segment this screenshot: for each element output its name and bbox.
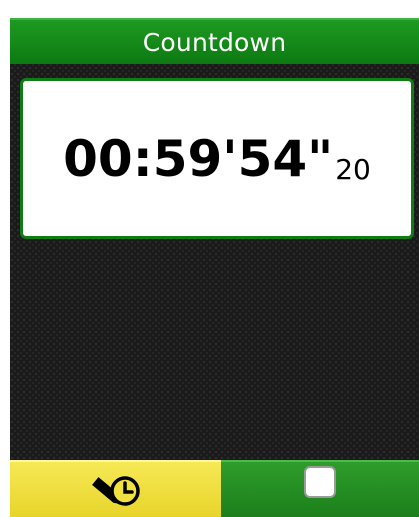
page-title: Countdown xyxy=(142,27,287,57)
device-frame: Countdown 00:59'54" 20 xyxy=(0,0,419,517)
countdown-time: 00:59'54" xyxy=(63,129,334,188)
bottom-button-bar xyxy=(10,460,419,517)
top-strip xyxy=(10,0,419,18)
countdown-hundredths: 20 xyxy=(335,153,371,186)
screen: Countdown 00:59'54" 20 xyxy=(10,0,419,517)
stop-button[interactable] xyxy=(221,460,419,517)
pencil-clock-icon xyxy=(86,468,146,517)
title-bar: Countdown xyxy=(10,18,419,64)
countdown-display: 00:59'54" 20 xyxy=(20,78,414,239)
lap-edit-button[interactable] xyxy=(10,460,221,517)
stop-square-icon xyxy=(304,465,336,498)
